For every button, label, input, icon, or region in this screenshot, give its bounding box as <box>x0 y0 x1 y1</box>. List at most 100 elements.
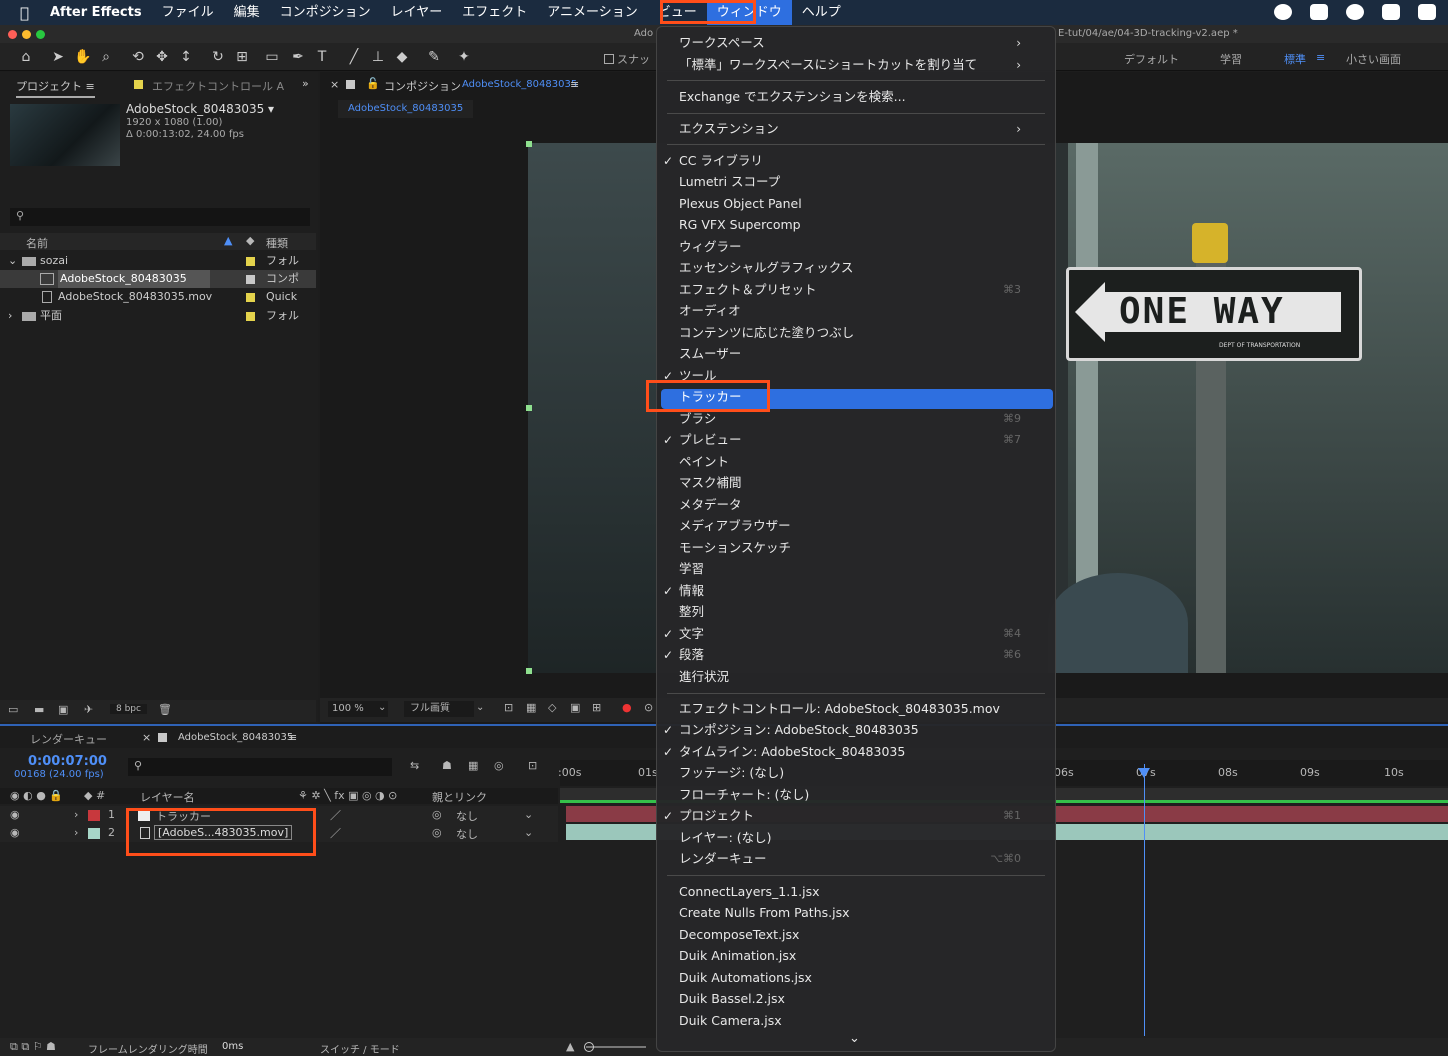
menu-item[interactable]: ✓ 情報 <box>663 583 1035 599</box>
parent-dropdown[interactable]: なし <box>456 826 478 842</box>
eraser-tool-icon[interactable]: ◆ <box>394 49 410 65</box>
list-item[interactable]: ⌄ sozai フォル <box>0 252 316 270</box>
menu-item[interactable]: オーディオ <box>679 303 1035 319</box>
chevron-down-icon[interactable]: ⌄ <box>8 252 17 270</box>
zoom-out-icon[interactable]: ▲ <box>566 1040 574 1053</box>
sort-up-icon[interactable]: ▲ <box>224 234 232 247</box>
eye-icon[interactable]: ◉ <box>10 808 20 821</box>
type-tool-icon[interactable]: T <box>314 49 330 65</box>
layer-handle[interactable] <box>526 141 532 147</box>
menu-item[interactable]: Duik Animation.jsx <box>679 948 1035 964</box>
parent-dropdown[interactable]: なし <box>456 808 478 824</box>
transparency-grid-icon[interactable]: ▦ <box>526 701 536 714</box>
menu-item[interactable]: Duik Automations.jsx <box>679 970 1035 986</box>
chevron-down-icon[interactable]: ⌄ <box>524 808 533 821</box>
menu-item[interactable]: Exchange でエクステンションを検索... <box>679 89 1035 105</box>
selection-tool-icon[interactable]: ➤ <box>50 49 66 65</box>
menu-edit[interactable]: 編集 <box>224 0 270 25</box>
menu-item[interactable]: ✓ タイムライン: AdobeStock_80483035 <box>663 744 1035 760</box>
menu-item[interactable]: ペイント <box>679 454 1035 470</box>
zoom-slider[interactable] <box>586 1046 646 1048</box>
label-swatch[interactable] <box>88 810 100 821</box>
menu-item[interactable]: Plexus Object Panel <box>679 196 1035 212</box>
zoom-slider-knob[interactable] <box>584 1042 594 1052</box>
frame-blend-icon[interactable]: ▦ <box>468 759 478 772</box>
menu-item[interactable]: フローチャート: (なし) <box>679 787 1035 803</box>
rotate-tool-icon[interactable]: ↻ <box>210 49 226 65</box>
menu-item[interactable]: ✓ コンポジション: AdobeStock_80483035 <box>663 722 1035 738</box>
graph-editor-icon[interactable]: ⊡ <box>528 759 537 772</box>
tab-timeline-comp[interactable]: AdobeStock_80483035 <box>178 732 293 743</box>
menu-item[interactable]: エクステンション › <box>679 121 1035 137</box>
list-item[interactable]: › 平面 フォル <box>0 307 316 325</box>
playhead-handle[interactable] <box>1138 768 1150 778</box>
rectangle-tool-icon[interactable]: ▭ <box>264 49 280 65</box>
comp-tab-name[interactable]: AdobeStock_80483035 <box>462 79 577 90</box>
dropbox-icon[interactable] <box>1382 4 1400 20</box>
minimize-icon[interactable] <box>22 30 31 39</box>
pickwhip-icon[interactable]: ◎ <box>432 808 442 821</box>
chevron-down-icon[interactable]: ⌄ <box>378 702 386 713</box>
menu-item[interactable]: エッセンシャルグラフィックス <box>679 260 1035 276</box>
menu-animation[interactable]: アニメーション <box>537 0 647 25</box>
menu-item[interactable]: 学習 <box>679 561 1035 577</box>
tab-close-icon[interactable]: × <box>142 731 151 744</box>
hand-tool-icon[interactable]: ✋ <box>74 49 91 65</box>
motion-blur-icon[interactable]: ◎ <box>494 759 504 772</box>
list-item[interactable]: AdobeStock_80483035.mov Quick <box>0 288 316 306</box>
interpret-footage-icon[interactable]: ▭ <box>8 703 18 716</box>
new-folder-icon[interactable]: ▬ <box>34 703 44 716</box>
brush-tool-icon[interactable]: ╱ <box>346 49 362 65</box>
line-icon[interactable] <box>1310 4 1328 20</box>
snap-checkbox[interactable]: スナッ <box>604 51 650 67</box>
bit-depth-button[interactable]: 8 bpc <box>110 704 147 714</box>
tab-menu-icon[interactable]: ≡ <box>570 78 579 91</box>
menu-item[interactable]: ブラシ ⌘9 <box>679 411 1035 427</box>
mask-visibility-icon[interactable]: ◇ <box>548 701 556 714</box>
anchor-tool-icon[interactable]: ⊞ <box>234 49 250 65</box>
menu-item[interactable]: DecomposeText.jsx <box>679 927 1035 943</box>
workspace-learn[interactable]: 学習 <box>1220 51 1242 67</box>
exposure-icon[interactable]: ⊙ <box>644 701 653 714</box>
new-comp-icon[interactable]: ▣ <box>58 703 68 716</box>
column-type[interactable]: 種類 <box>266 235 288 251</box>
menu-item[interactable]: フッテージ: (なし) <box>679 765 1035 781</box>
menu-item[interactable]: モーションスケッチ <box>679 540 1035 556</box>
menu-item[interactable]: ✓ 段落 ⌘6 <box>663 647 1035 663</box>
trash-icon[interactable]: 🗑 <box>158 703 172 716</box>
layer-handle[interactable] <box>526 405 532 411</box>
menu-item[interactable]: ✓ プレビュー ⌘7 <box>663 432 1035 448</box>
menu-item[interactable]: Lumetri スコープ <box>679 174 1035 190</box>
menu-item[interactable]: ✓ 文字 ⌘4 <box>663 626 1035 642</box>
tab-menu-icon[interactable]: ≡ <box>288 731 297 744</box>
footer-tool-icon[interactable]: ⧉ ⧉ ⚐ ☗ <box>10 1040 56 1054</box>
menu-item[interactable]: Duik Camera.jsx <box>679 1013 1035 1029</box>
chevron-right-icon[interactable]: › <box>74 808 78 821</box>
tab-render-queue[interactable]: レンダーキュー <box>30 731 107 747</box>
puppet-tool-icon[interactable]: ✦ <box>456 49 472 65</box>
panel-overflow-icon[interactable]: » <box>302 77 309 90</box>
comp-tab-prefix[interactable]: コンポジション <box>384 78 461 94</box>
menu-item[interactable]: マスク補間 <box>679 475 1035 491</box>
menu-effect[interactable]: エフェクト <box>452 0 537 25</box>
home-icon[interactable]: ⌂ <box>18 49 34 65</box>
menu-item[interactable]: レンダーキュー ⌥⌘0 <box>679 851 1035 867</box>
menu-item[interactable]: エフェクトコントロール: AdobeStock_80483035.mov <box>679 701 1035 717</box>
creative-cloud-icon[interactable] <box>1346 4 1364 20</box>
menu-item[interactable]: ✓ プロジェクト ⌘1 <box>663 808 1035 824</box>
switches-mode-toggle[interactable]: スイッチ / モード <box>320 1041 400 1056</box>
shy-icon[interactable]: ☗ <box>442 759 452 772</box>
quality-icon[interactable]: ／ <box>330 807 341 823</box>
column-parent[interactable]: 親とリンク <box>432 789 487 805</box>
zoom-icon[interactable] <box>36 30 45 39</box>
eye-icon[interactable]: ◉ <box>10 826 20 839</box>
column-layer-name[interactable]: レイヤー名 <box>140 789 195 805</box>
guides-icon[interactable]: ⊞ <box>592 701 601 714</box>
grid-icon[interactable]: ▣ <box>570 701 580 714</box>
zoom-tool-icon[interactable]: ⌕ <box>98 49 114 65</box>
menu-file[interactable]: ファイル <box>152 0 224 25</box>
menu-item[interactable]: ConnectLayers_1.1.jsx <box>679 884 1035 900</box>
chevron-right-icon[interactable]: › <box>8 307 12 325</box>
menu-item[interactable]: ウィグラー <box>679 239 1035 255</box>
menu-composition[interactable]: コンポジション <box>270 0 381 25</box>
